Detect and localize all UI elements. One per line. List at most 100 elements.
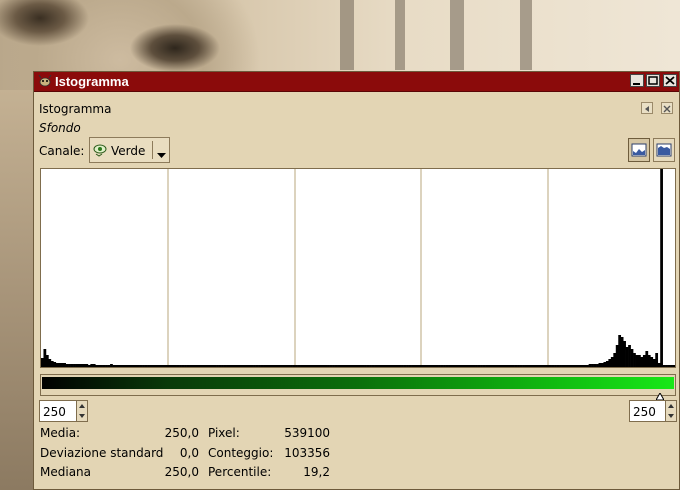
dock-menu-button[interactable] (641, 102, 653, 114)
range-end-spinner[interactable]: 250 (629, 400, 677, 422)
histogram-bar (159, 365, 163, 367)
histogram-bar (63, 363, 66, 367)
histogram-bar (514, 365, 518, 367)
histogram-bar (80, 364, 84, 367)
histogram-bar (169, 365, 173, 367)
histogram-bar (448, 365, 451, 367)
linear-histogram-button[interactable] (628, 138, 650, 162)
histogram-bar (396, 365, 400, 367)
histogram-bar (73, 364, 76, 367)
histogram-bar (517, 365, 520, 367)
histogram-bar (255, 365, 259, 367)
histogram-bar (462, 365, 466, 367)
histogram-bar (559, 365, 562, 367)
histogram-bar (191, 365, 195, 367)
histogram-bar (573, 365, 577, 367)
combo-divider (152, 141, 153, 159)
histogram-bar (55, 363, 59, 367)
histogram-bar (443, 365, 446, 367)
layer-name: Sfondo (39, 121, 81, 135)
histogram-bar (267, 365, 271, 367)
histogram-bar (240, 365, 244, 367)
histogram-bar (351, 365, 355, 367)
histogram-graph[interactable] (40, 168, 676, 368)
statistics-panel: Media: Deviazione standard Mediana 250,0… (34, 426, 680, 486)
histogram-bar (665, 365, 668, 367)
histogram-bar (45, 355, 49, 367)
histogram-bar (164, 365, 168, 367)
histogram-bar (230, 365, 234, 367)
panel-title: Istogramma (39, 102, 112, 116)
histogram-bar (233, 365, 237, 367)
histogram-bar (149, 365, 153, 367)
histogram-bar (216, 365, 219, 367)
histogram-bar (568, 365, 572, 367)
histogram-bar (618, 335, 622, 367)
histogram-bar (290, 365, 293, 367)
title-bar[interactable]: Istogramma (34, 72, 679, 92)
histogram-bar (499, 365, 503, 367)
histogram-bar (672, 365, 675, 367)
histogram-bar (603, 362, 607, 367)
histogram-bar (280, 365, 284, 367)
histogram-bar (137, 365, 140, 367)
histogram-bar (78, 364, 81, 367)
histogram-bar (519, 365, 523, 367)
histogram-bar (554, 365, 557, 367)
histogram-bar (349, 365, 353, 367)
histogram-bar (406, 365, 409, 367)
dock-close-button[interactable] (661, 102, 673, 114)
channel-select[interactable]: Verde (89, 137, 170, 163)
histogram-bar (576, 365, 580, 367)
maximize-button[interactable] (646, 74, 660, 87)
histogram-bar (381, 365, 385, 367)
histogram-bar (300, 365, 303, 367)
histogram-bar (485, 365, 488, 367)
histogram-bar (344, 365, 348, 367)
histogram-bar (440, 365, 444, 367)
histogram-bar (657, 363, 661, 367)
histogram-bar (327, 365, 330, 367)
histogram-bar (374, 365, 377, 367)
gimp-app-icon[interactable] (38, 74, 52, 87)
histogram-bar (322, 365, 325, 367)
histogram-bar (470, 365, 474, 367)
histogram-bar (139, 365, 143, 367)
range-start-value: 250 (43, 405, 66, 419)
chevron-down-icon[interactable] (157, 148, 166, 162)
histogram-bar (95, 365, 99, 367)
stat-count-value: 103356 (284, 446, 330, 460)
histogram-bar (142, 365, 145, 367)
histogram-bar (92, 364, 96, 367)
histogram-bar (522, 365, 525, 367)
range-start-spinner[interactable]: 250 (39, 400, 88, 422)
histogram-bar (401, 365, 404, 367)
histogram-bar (235, 365, 239, 367)
histogram-bar (600, 363, 604, 367)
histogram-bar (334, 365, 338, 367)
histogram-bar (253, 365, 256, 367)
histogram-bar (465, 365, 469, 367)
histogram-bar (667, 365, 671, 367)
histogram-bar (60, 363, 64, 367)
spin-arrows[interactable] (76, 401, 87, 421)
logarithmic-histogram-button[interactable] (653, 138, 675, 162)
close-button[interactable] (663, 74, 677, 87)
histogram-bar (428, 365, 432, 367)
histogram-bar (625, 347, 629, 367)
histogram-bar (282, 365, 286, 367)
histogram-bar (364, 365, 367, 367)
histogram-bar (534, 365, 538, 367)
histogram-bar (85, 364, 89, 367)
histogram-bar (70, 364, 74, 367)
histogram-bar (504, 365, 508, 367)
histogram-bar (369, 365, 372, 367)
minimize-button[interactable] (630, 74, 644, 87)
histogram-bar (272, 365, 276, 367)
histogram-plot (41, 169, 675, 367)
spin-arrows[interactable] (665, 401, 676, 421)
range-slider[interactable] (40, 374, 676, 401)
histogram-bar (435, 365, 439, 367)
histogram-bar (198, 365, 202, 367)
histogram-bar (571, 365, 575, 367)
